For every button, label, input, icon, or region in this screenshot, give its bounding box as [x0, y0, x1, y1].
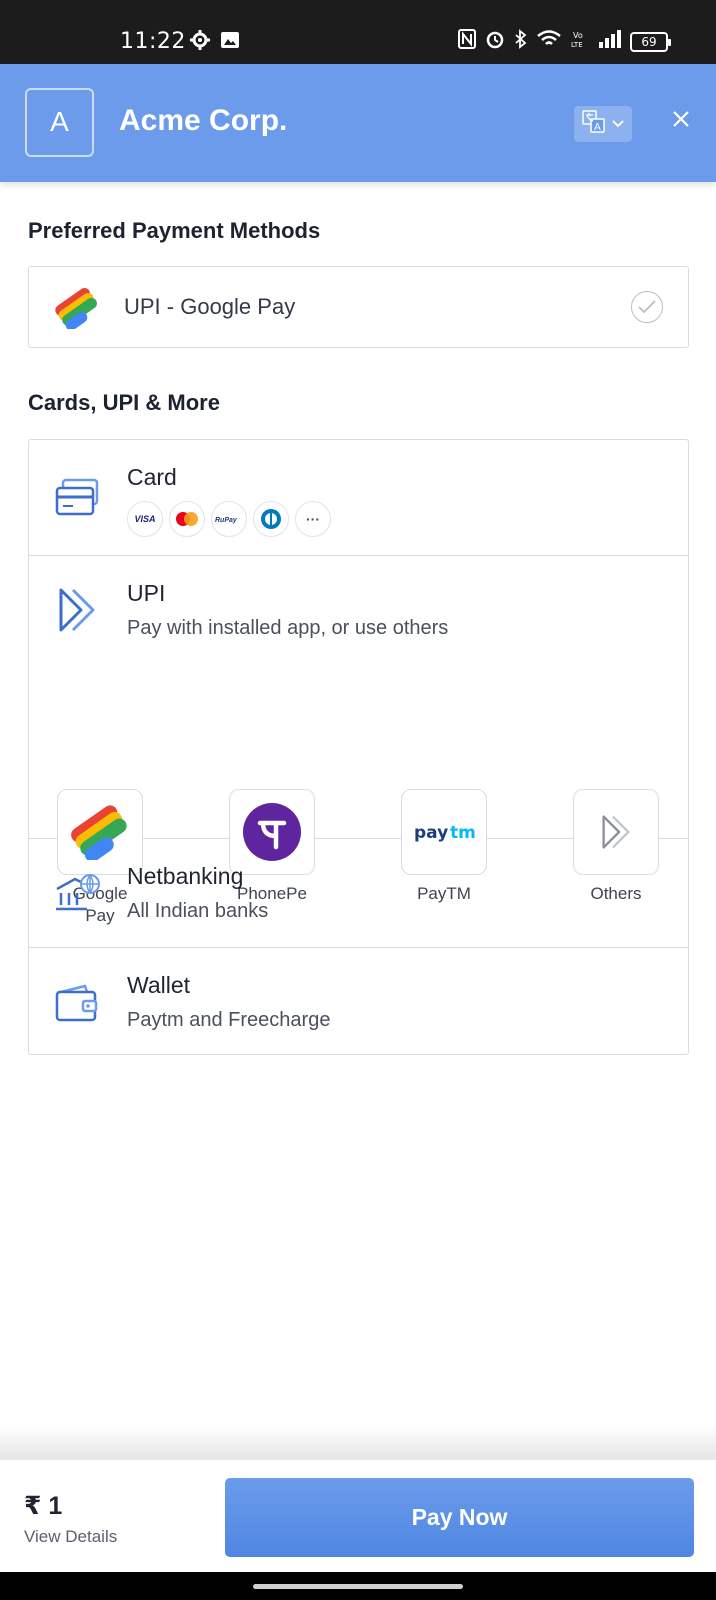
- method-upi-subtitle: Pay with installed app, or use others: [127, 617, 449, 639]
- image-icon: [220, 30, 240, 55]
- merchant-name: Acme Corp.: [119, 104, 288, 137]
- bank-icon: [55, 873, 101, 920]
- check-icon: [631, 291, 663, 323]
- volte-icon: Vo LTE: [570, 29, 590, 54]
- status-time: 11:22: [120, 29, 186, 54]
- nfc-icon: [458, 29, 476, 54]
- method-card[interactable]: Card VISA RuPay ···: [29, 440, 688, 556]
- method-wallet[interactable]: Wallet Paytm and Freecharge: [29, 948, 688, 1055]
- methods-title: Cards, UPI & More: [28, 390, 220, 415]
- checkout-footer: ₹ 1 View Details Pay Now: [0, 1460, 716, 1572]
- view-details-link[interactable]: View Details: [24, 1527, 117, 1547]
- google-pay-icon: [53, 287, 101, 334]
- system-nav-bar: [0, 1572, 716, 1600]
- payment-methods-list: Card VISA RuPay ··· UPI Pay with install…: [28, 439, 689, 1055]
- visa-icon: VISA: [127, 501, 163, 537]
- status-bar: 11:22 Vo LTE 69: [0, 0, 716, 64]
- more-cards-icon: ···: [295, 501, 331, 537]
- merchant-logo: A: [25, 88, 94, 157]
- svg-text:LTE: LTE: [571, 41, 583, 49]
- home-gesture-handle[interactable]: [253, 1584, 463, 1589]
- chevron-down-icon: [612, 115, 624, 133]
- signal-icon: [599, 30, 621, 53]
- svg-text:A: A: [594, 122, 601, 133]
- wallet-icon: [55, 984, 99, 1027]
- svg-text:RuPay: RuPay: [215, 517, 238, 524]
- preferred-method-label: UPI - Google Pay: [124, 294, 296, 319]
- upi-icon: [55, 586, 99, 639]
- bluetooth-icon: [514, 29, 528, 54]
- method-netbanking-title: Netbanking: [127, 863, 244, 889]
- method-wallet-title: Wallet: [127, 972, 191, 998]
- wifi-icon: [537, 30, 561, 53]
- translate-icon: A: [582, 109, 606, 139]
- preferred-methods-title: Preferred Payment Methods: [28, 218, 321, 243]
- method-netbanking[interactable]: Netbanking All Indian banks: [29, 839, 688, 948]
- method-upi-title: UPI: [127, 580, 166, 606]
- close-icon: [672, 110, 690, 133]
- pay-now-button[interactable]: Pay Now: [225, 1478, 694, 1557]
- language-selector[interactable]: A: [574, 106, 632, 142]
- checkout-header: A Acme Corp. A: [0, 64, 716, 182]
- svg-text:Vo: Vo: [573, 31, 583, 40]
- battery-icon: 69: [630, 31, 671, 52]
- card-icon: [55, 478, 101, 523]
- footer-shadow: [0, 1425, 716, 1460]
- method-netbanking-subtitle: All Indian banks: [127, 900, 269, 922]
- mastercard-icon: [169, 501, 205, 537]
- method-wallet-subtitle: Paytm and Freecharge: [127, 1009, 331, 1031]
- diners-icon: [253, 501, 289, 537]
- order-amount: ₹ 1: [24, 1492, 63, 1520]
- method-upi[interactable]: UPI Pay with installed app, or use other…: [29, 556, 688, 925]
- rupay-icon: RuPay: [211, 501, 247, 537]
- close-button[interactable]: [666, 106, 696, 136]
- method-card-title: Card: [127, 464, 177, 490]
- alarm-icon: [485, 29, 505, 54]
- preferred-method-gpay[interactable]: UPI - Google Pay: [28, 266, 689, 348]
- settings-icon: [190, 30, 210, 55]
